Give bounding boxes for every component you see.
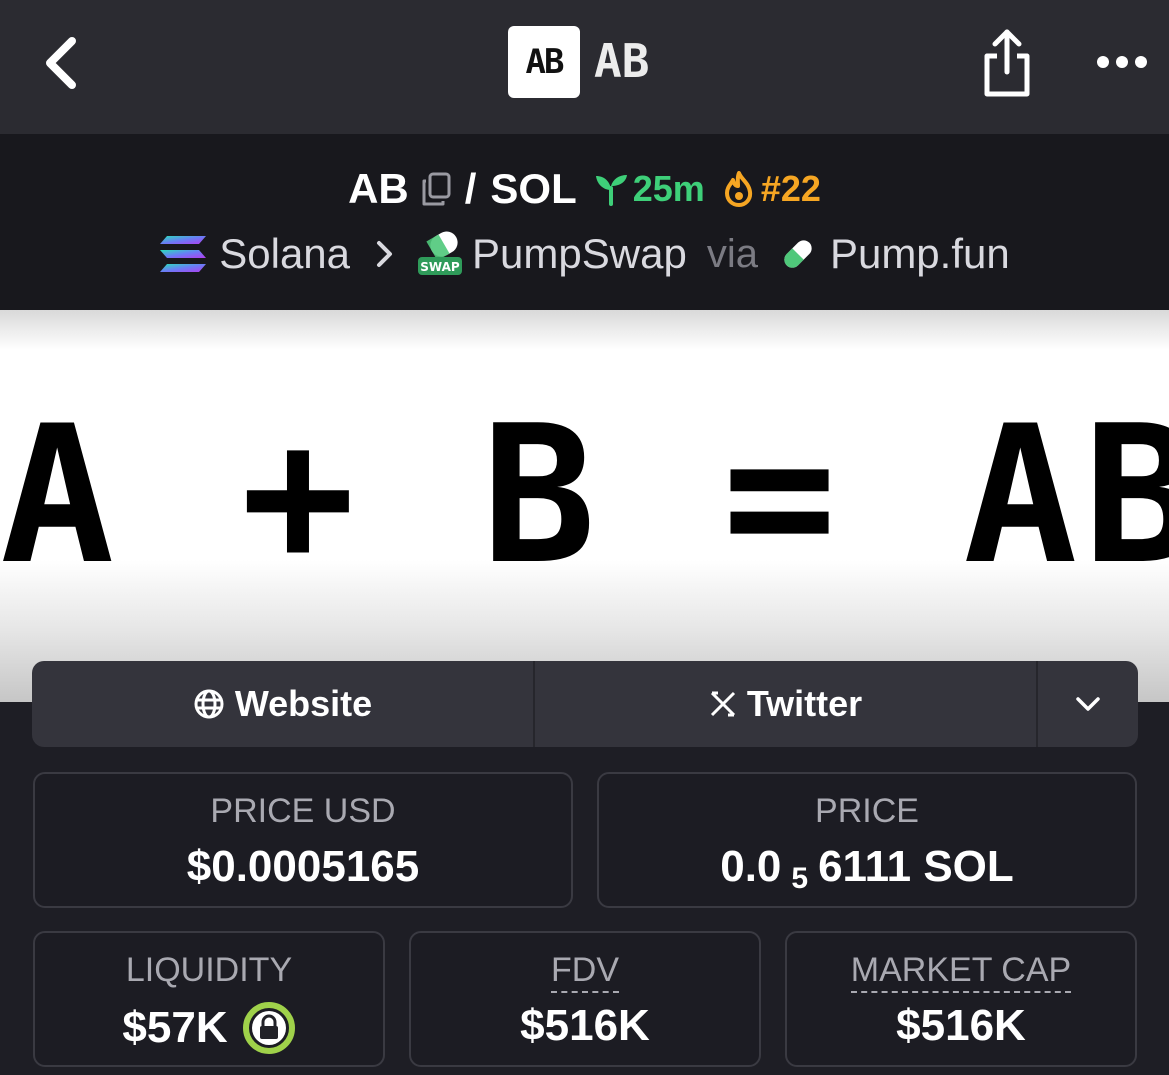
- price-native-prefix: 0.0: [720, 842, 782, 891]
- pair-quote-symbol: SOL: [490, 165, 577, 212]
- price-usd-card: PRICE USD $0.0005165: [33, 772, 573, 908]
- copy-icon[interactable]: [421, 172, 451, 206]
- pair-base-symbol: AB: [348, 165, 409, 212]
- liquidity-label: LIQUIDITY: [125, 951, 293, 989]
- back-button[interactable]: [30, 26, 90, 100]
- pair-header: AB / SOL 25m #22 Solana SWAP PumpSwap vi…: [0, 134, 1169, 310]
- launchpad-link[interactable]: Pump.fun: [830, 230, 1010, 278]
- pair-separator: /: [464, 165, 477, 212]
- token-banner: A + B = AB: [0, 310, 1169, 702]
- price-native-value: 0.0 5 6111 SOL: [599, 842, 1135, 895]
- more-links-button[interactable]: [1038, 661, 1138, 747]
- via-label: via: [706, 231, 758, 276]
- x-logo-icon: [710, 691, 735, 717]
- liquidity-card: LIQUIDITY $57K: [33, 931, 385, 1067]
- trending-rank[interactable]: #22: [723, 168, 821, 210]
- token-logo: AB: [508, 26, 580, 98]
- price-native-zero-count: 5: [791, 862, 809, 895]
- banner-text: A + B = AB: [0, 385, 1169, 606]
- dex-link[interactable]: PumpSwap: [472, 230, 687, 278]
- liquidity-text: $57K: [122, 1003, 228, 1052]
- more-horizontal-icon: [1097, 56, 1147, 68]
- price-native-label: PRICE: [815, 792, 919, 830]
- price-usd-label: PRICE USD: [210, 792, 396, 830]
- fdv-label-text: FDV: [551, 951, 619, 993]
- pair-age-text: 25m: [632, 168, 705, 209]
- fdv-label[interactable]: FDV: [411, 951, 759, 993]
- pair-age: 25m: [593, 168, 705, 210]
- price-usd-text: $0.0005165: [186, 842, 420, 891]
- market-cap-value: $516K: [787, 1001, 1135, 1051]
- chain-breadcrumb: Solana SWAP PumpSwap via Pump.fun: [0, 226, 1169, 282]
- chevron-left-icon: [46, 37, 76, 89]
- token-logo-text: AB: [525, 42, 565, 82]
- seedling-icon: [595, 175, 627, 206]
- website-button[interactable]: Website: [32, 661, 535, 747]
- chevron-right-icon: [376, 240, 394, 268]
- liquidity-value: $57K: [35, 1001, 383, 1055]
- pill-icon: [784, 240, 812, 268]
- lock-icon[interactable]: [242, 1001, 296, 1055]
- globe-icon: [194, 689, 224, 719]
- market-cap-text: $516K: [896, 1001, 1026, 1050]
- pumpswap-badge-text: SWAP: [420, 260, 460, 274]
- pumpswap-icon: SWAP: [418, 231, 463, 275]
- price-usd-value: $0.0005165: [35, 842, 571, 892]
- share-icon: [984, 29, 1030, 97]
- flame-icon: [724, 171, 752, 207]
- fdv-value: $516K: [411, 1001, 759, 1051]
- solana-icon: [160, 236, 207, 272]
- price-native-suffix: 6111 SOL: [818, 842, 1014, 891]
- market-cap-card: MARKET CAP $516K: [785, 931, 1137, 1067]
- chevron-down-icon: [1076, 697, 1100, 711]
- pair-line: AB / SOL 25m #22: [0, 160, 1169, 218]
- fdv-text: $516K: [520, 1001, 650, 1050]
- price-native-card: PRICE 0.0 5 6111 SOL: [597, 772, 1137, 908]
- social-links-bar: Website Twitter: [32, 661, 1138, 747]
- twitter-button[interactable]: Twitter: [535, 661, 1038, 747]
- share-button[interactable]: [974, 26, 1040, 100]
- page-title: AB: [594, 34, 650, 88]
- twitter-label: Twitter: [746, 683, 863, 724]
- market-cap-label-text: MARKET CAP: [850, 951, 1072, 993]
- app-bar: AB AB: [0, 0, 1169, 134]
- website-label: Website: [234, 683, 373, 724]
- trending-rank-text: #22: [760, 168, 821, 209]
- chain-link[interactable]: Solana: [219, 230, 350, 278]
- market-cap-label[interactable]: MARKET CAP: [787, 951, 1135, 993]
- fdv-card: FDV $516K: [409, 931, 761, 1067]
- more-button[interactable]: [1090, 40, 1154, 84]
